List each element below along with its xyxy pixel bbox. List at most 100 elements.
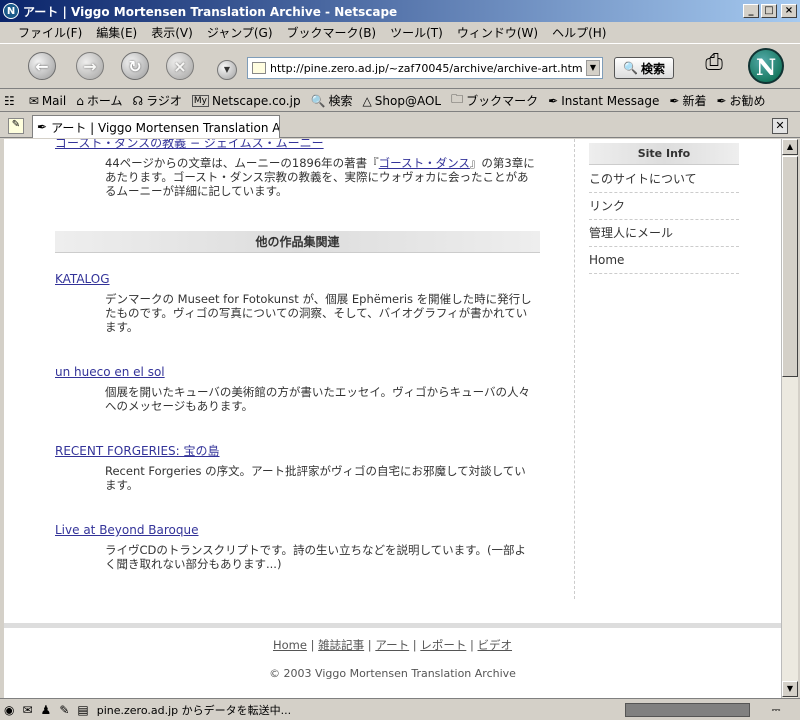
printer-icon: ⎙	[705, 50, 723, 75]
katalog-description: デンマークの Museet for Fotokunst が、個展 Ephëmer…	[105, 292, 532, 334]
ghost-dance-doctrine-link[interactable]: ゴースト・ダンスの教義 − ジェイムス・ムーニー	[55, 139, 324, 150]
close-tab-button[interactable]: ✕	[772, 118, 788, 134]
menu-view[interactable]: 表示(V)	[151, 24, 193, 41]
recent-forgeries-link[interactable]: RECENT FORGERIES: 宝の島	[55, 444, 220, 458]
address-book-icon[interactable]: ▤	[77, 703, 88, 717]
close-button[interactable]: ×	[781, 4, 797, 18]
back-button[interactable]: ←	[28, 52, 56, 80]
menu-edit[interactable]: 編集(E)	[96, 24, 137, 41]
stop-button[interactable]: ×	[166, 52, 194, 80]
footer-separator-char: |	[310, 638, 315, 652]
mail-icon[interactable]: ✉	[22, 703, 32, 717]
menu-go[interactable]: ジャンプ(G)	[207, 24, 273, 41]
status-bar: ◉ ✉ ♟ ✎ ▤ pine.zero.ad.jp からデータを転送中... ⎓	[0, 698, 800, 720]
tab-bar: ✎ ✒ アート | Viggo Mortensen Translation Ar…	[0, 113, 800, 138]
sidebar-item-mail[interactable]: 管理人にメール	[589, 220, 739, 247]
back-arrow-icon: ←	[35, 56, 49, 76]
menu-tools[interactable]: ツール(T)	[390, 24, 443, 41]
personal-item-label: Mail	[41, 93, 67, 108]
personal-item-mail[interactable]: ✉ Mail	[29, 94, 66, 108]
aim-icon[interactable]: ♟	[41, 703, 52, 717]
footer-link-home[interactable]: Home	[273, 638, 307, 652]
personal-item-label: ラジオ	[146, 94, 182, 108]
new-tab-icon[interactable]: ✎	[8, 118, 24, 134]
chevron-down-icon: ▼	[589, 63, 597, 72]
url-bar[interactable]: http://pine.zero.ad.jp/~zaf70045/archive…	[247, 57, 603, 79]
personal-item-label: 検索	[328, 94, 353, 108]
scroll-up-button[interactable]: ▲	[782, 139, 798, 155]
ghost-dance-description: 44ページからの文章は、ムーニーの1896年の著書『ゴースト・ダンス』の第3章に…	[105, 156, 535, 198]
print-button[interactable]: ⎙	[696, 50, 732, 80]
footer-link-magazine[interactable]: 雑誌記事	[318, 638, 364, 652]
personal-item-home[interactable]: ⌂ ホーム	[76, 92, 122, 109]
column-divider	[574, 139, 575, 599]
maximize-button[interactable]: □	[761, 4, 777, 18]
personal-item-recommended[interactable]: ✒ お勧め	[716, 92, 765, 109]
personal-item-label: Shop@AOL	[374, 93, 442, 108]
search-icon: 🔍	[310, 93, 326, 108]
sidebar-item-home[interactable]: Home	[589, 247, 739, 274]
security-lock-icon[interactable]: ⎓	[756, 703, 796, 717]
history-dropdown-button[interactable]: ▼	[217, 60, 237, 80]
chevron-down-icon: ▼	[223, 65, 231, 74]
close-icon: ✕	[775, 119, 785, 132]
page-content: ゴースト・ダンスの教義 − ジェイムス・ムーニー 44ページからの文章は、ムーニ…	[4, 139, 781, 698]
personal-item-search[interactable]: 🔍 検索	[311, 92, 353, 109]
url-input[interactable]: http://pine.zero.ad.jp/~zaf70045/archive…	[270, 62, 586, 75]
page-icon	[252, 62, 266, 74]
forward-button[interactable]: →	[76, 52, 104, 80]
vertical-scrollbar[interactable]: ▲ ▼	[781, 139, 798, 698]
scroll-down-button[interactable]: ▼	[782, 681, 798, 697]
footer-link-report[interactable]: レポート	[420, 638, 466, 652]
personal-item-netscape[interactable]: My Netscape.co.jp	[191, 94, 301, 108]
status-text: pine.zero.ad.jp からデータを転送中...	[96, 703, 292, 717]
headphones-icon: ☊	[132, 93, 144, 108]
menu-help[interactable]: ヘルプ(H)	[552, 24, 606, 41]
navigation-toolbar: ← → ↻ × ▼ http://pine.zero.ad.jp/~zaf700…	[0, 43, 800, 89]
scroll-thumb[interactable]	[782, 156, 798, 377]
footer-separator-char: |	[367, 638, 372, 652]
tab-active[interactable]: ✒ アート | Viggo Mortensen Translation Arch…	[32, 115, 280, 138]
katalog-link[interactable]: KATALOG	[55, 272, 110, 286]
reload-button[interactable]: ↻	[121, 52, 149, 80]
netscape-logo[interactable]: N	[748, 48, 784, 84]
home-icon: ⌂	[76, 93, 84, 108]
search-button[interactable]: 🔍 検索	[614, 57, 674, 79]
netscape-app-icon[interactable]: N	[3, 3, 19, 19]
footer-link-video[interactable]: ビデオ	[478, 638, 513, 652]
section-header: 他の作品集関連	[55, 231, 540, 253]
sidebar-item-about[interactable]: このサイトについて	[589, 166, 739, 193]
menu-file[interactable]: ファイル(F)	[18, 24, 82, 41]
url-dropdown-button[interactable]: ▼	[586, 60, 600, 76]
item-title-wrap: RECENT FORGERIES: 宝の島	[55, 444, 220, 458]
personal-item-instant-message[interactable]: ✒ Instant Message	[548, 94, 659, 108]
footer-link-art[interactable]: アート	[375, 638, 409, 652]
forward-arrow-icon: →	[83, 56, 97, 76]
menu-bookmarks[interactable]: ブックマーク(B)	[287, 24, 377, 41]
minimize-button[interactable]: _	[743, 4, 759, 18]
bookmark-icon: ✒	[548, 93, 559, 108]
folder-icon: 🗀	[451, 92, 464, 106]
desc-text: 44ページからの文章は、ムーニーの1896年の著書『	[105, 156, 379, 170]
personal-item-new[interactable]: ✒ 新着	[669, 92, 706, 109]
menu-bar: ファイル(F) 編集(E) 表示(V) ジャンプ(G) ブックマーク(B) ツー…	[0, 22, 800, 42]
personal-item-label: ホーム	[86, 94, 123, 108]
reload-icon: ↻	[128, 56, 142, 76]
recent-forgeries-description: Recent Forgeries の序文。アート批評家がヴィゴの自宅にお邪魔して…	[105, 464, 526, 492]
un-hueco-description: 個展を開いたキューバの美術館の方が書いたエッセイ。ヴィゴからキューバの人々へのメ…	[105, 385, 531, 413]
copyright: © 2003 Viggo Mortensen Translation Archi…	[269, 667, 516, 680]
personal-item-radio[interactable]: ☊ ラジオ	[132, 92, 181, 109]
sidebar-item-links[interactable]: リンク	[589, 193, 739, 220]
netscape-status-icon[interactable]: ◉	[4, 703, 14, 717]
ghost-dance-book-link[interactable]: ゴースト・ダンス	[379, 156, 470, 170]
live-at-beyond-baroque-link[interactable]: Live at Beyond Baroque	[55, 523, 199, 537]
un-hueco-en-el-sol-link[interactable]: un hueco en el sol	[55, 365, 165, 379]
item-title-wrap: un hueco en el sol	[55, 365, 165, 379]
mail-icon: ✉	[28, 93, 39, 108]
personal-item-shop[interactable]: △ Shop@AOL	[363, 94, 442, 108]
menu-window[interactable]: ウィンドウ(W)	[457, 24, 538, 41]
search-button-label: 検索	[640, 61, 665, 76]
composer-icon[interactable]: ✎	[59, 703, 69, 717]
personal-item-bookmarks[interactable]: 🗀 ブックマーク	[451, 90, 538, 111]
item-title-wrap: KATALOG	[55, 272, 110, 286]
